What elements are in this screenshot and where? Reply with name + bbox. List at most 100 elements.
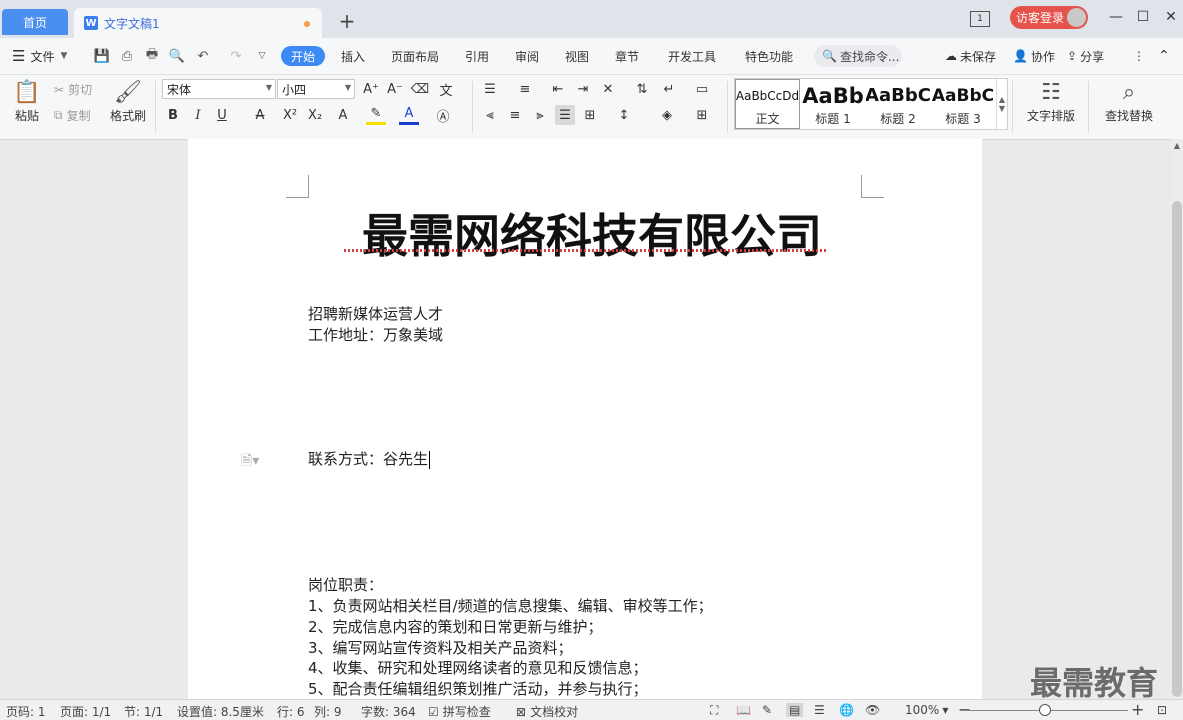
command-search[interactable]: 🔍 查找命令...	[814, 45, 902, 67]
status-section[interactable]: 节: 1/1	[124, 703, 163, 720]
more-icon[interactable]: ⋮	[1133, 47, 1145, 65]
output-icon[interactable]: ⎙	[119, 48, 135, 64]
status-col[interactable]: 列: 9	[314, 703, 342, 720]
text-effect-icon[interactable]: A	[333, 105, 353, 125]
tab-insert[interactable]: 插入	[341, 47, 365, 65]
print-preview-icon[interactable]: 🔍	[169, 48, 185, 64]
justify-icon[interactable]: ☰	[555, 105, 575, 125]
tab-references[interactable]: 引用	[465, 47, 489, 65]
tab-special[interactable]: 特色功能	[745, 47, 793, 65]
font-name-select[interactable]: 宋体 ▼	[162, 79, 276, 99]
reading-mode-icon[interactable]: 📖	[736, 703, 751, 717]
undo-icon[interactable]: ↶	[195, 48, 211, 64]
vertical-scrollbar[interactable]: ▲	[1171, 139, 1183, 699]
doc-line[interactable]: 1、负责网站相关栏目/频道的信息搜集、编辑、审校等工作；	[308, 595, 713, 616]
increase-indent-icon[interactable]: ⇥	[573, 79, 593, 99]
doc-line[interactable]: 3、编写网站宣传资料及相关产品资料；	[308, 637, 573, 658]
align-left-icon[interactable]: ⫷	[480, 105, 500, 125]
decrease-indent-icon[interactable]: ⇤	[548, 79, 568, 99]
status-row[interactable]: 行: 6	[277, 703, 305, 720]
font-size-select[interactable]: 小四 ▼	[277, 79, 355, 99]
style-heading-1[interactable]: AaBb 标题 1	[801, 79, 865, 129]
distributed-icon[interactable]: ⊞	[580, 105, 600, 125]
doc-line[interactable]: 岗位职责：	[308, 574, 383, 595]
save-icon[interactable]: 💾	[94, 48, 110, 64]
tab-start[interactable]: 开始	[281, 46, 326, 66]
outline-view-icon[interactable]: ☰	[814, 703, 825, 717]
clear-format-icon[interactable]: ⌫	[410, 79, 430, 99]
highlight-icon[interactable]: ✎	[366, 105, 386, 125]
strikethrough-icon[interactable]: A	[250, 105, 270, 125]
document-title[interactable]: 最需网络科技有限公司	[300, 200, 884, 266]
doc-line[interactable]: 5、配合责任编辑组织策划推广活动，并参与执行；	[308, 678, 648, 699]
scroll-up-icon[interactable]: ▲	[1171, 141, 1183, 153]
numbered-list-icon[interactable]: ≡	[515, 79, 535, 99]
subscript-icon[interactable]: X₂	[305, 105, 325, 125]
phonetic-guide-icon[interactable]: 文	[436, 79, 456, 99]
align-center-icon[interactable]: ≡	[505, 105, 525, 125]
borders-icon[interactable]: ⊞	[692, 105, 712, 125]
find-replace-button[interactable]: ⌕ 查找替换	[1100, 77, 1158, 124]
proofread-button[interactable]: ⊠ 文档校对	[516, 703, 578, 720]
file-menu[interactable]: ☰ 文件 ▼	[12, 47, 67, 65]
tab-developer[interactable]: 开发工具	[668, 47, 716, 65]
tab-page-layout[interactable]: 页面布局	[391, 47, 439, 65]
print-icon[interactable]: 🖶	[144, 47, 160, 64]
spell-check-button[interactable]: ☑ 拼写检查	[428, 703, 491, 720]
minimize-button[interactable]: —	[1104, 6, 1128, 28]
eye-protect-icon[interactable]: 👁	[865, 703, 880, 717]
line-spacing-icon[interactable]: ↕	[614, 105, 634, 125]
collapse-ribbon-icon[interactable]: ⌃	[1158, 47, 1170, 65]
redo-icon[interactable]: ↷	[228, 48, 244, 64]
new-tab-button[interactable]: +	[336, 8, 358, 34]
char-border-icon[interactable]: Ⓐ	[433, 105, 453, 125]
guest-login-button[interactable]: 访客登录	[1010, 6, 1088, 29]
shrink-font-icon[interactable]: A⁻	[385, 79, 405, 99]
scrollbar-thumb[interactable]	[1172, 201, 1182, 697]
doc-line[interactable]: 招聘新媒体运营人才	[308, 303, 443, 324]
paste-button[interactable]: 📋 粘贴	[10, 77, 44, 124]
status-words[interactable]: 字数: 364	[361, 703, 416, 720]
align-right-icon[interactable]: ⫸	[530, 105, 550, 125]
text-layout-button[interactable]: ☷ 文字排版	[1022, 77, 1080, 124]
italic-icon[interactable]: I	[188, 105, 208, 125]
unsaved-dot-icon[interactable]	[304, 21, 310, 27]
tab-chapter[interactable]: 章节	[615, 47, 639, 65]
copy-button[interactable]: ⧉ 复制	[54, 107, 91, 124]
chinese-layout-icon[interactable]: ✕	[598, 79, 618, 99]
cut-button[interactable]: ✂ 剪切	[54, 81, 92, 98]
zoom-slider-handle[interactable]	[1039, 704, 1051, 716]
edit-mode-icon[interactable]: ✎	[762, 703, 772, 717]
format-painter-button[interactable]: 🖌 格式刷	[108, 77, 148, 124]
expand-icon[interactable]: ⊡	[1157, 703, 1167, 717]
style-heading-3[interactable]: AaBbC 标题 3	[931, 79, 995, 129]
doc-line[interactable]: 工作地址：万象美域	[308, 324, 443, 345]
grow-font-icon[interactable]: A⁺	[361, 79, 381, 99]
style-heading-2[interactable]: AaBbC 标题 2	[866, 79, 930, 129]
zoom-level[interactable]: 100% ▼	[905, 703, 948, 717]
tab-document[interactable]: W 文字文稿1	[74, 8, 322, 38]
doc-line[interactable]: 2、完成信息内容的策划和日常更新与维护；	[308, 616, 603, 637]
sort-icon[interactable]: ⇅	[632, 79, 652, 99]
doc-line[interactable]: 4、收集、研究和处理网络读者的意见和反馈信息；	[308, 657, 648, 678]
window-count-icon[interactable]: 1	[970, 11, 990, 27]
underline-icon[interactable]: U	[212, 105, 232, 125]
collaborate-button[interactable]: 👤 协作	[1013, 47, 1055, 65]
web-view-icon[interactable]: 🌐	[839, 703, 854, 717]
page-view-icon[interactable]: ▤	[786, 703, 804, 717]
tab-review[interactable]: 审阅	[515, 47, 539, 65]
bold-icon[interactable]: B	[163, 105, 183, 125]
zoom-in-icon[interactable]: +	[1131, 700, 1144, 719]
font-color-icon[interactable]: A	[399, 105, 419, 125]
tab-home[interactable]: 首页	[2, 9, 68, 35]
doc-line-contact[interactable]: 联系方式：谷先生	[308, 448, 431, 469]
paragraph-options-icon[interactable]: 🗎▾	[241, 450, 259, 474]
status-setting[interactable]: 设置值: 8.5厘米	[177, 703, 264, 720]
maximize-button[interactable]: ☐	[1131, 6, 1155, 28]
quick-access-chevron-icon[interactable]: ▽	[254, 48, 270, 64]
table-tools-icon[interactable]: ▭	[692, 79, 712, 99]
share-button[interactable]: ⇪ 分享	[1067, 47, 1104, 65]
superscript-icon[interactable]: X²	[280, 105, 300, 125]
close-button[interactable]: ✕	[1159, 6, 1183, 28]
status-pages[interactable]: 页面: 1/1	[60, 703, 111, 720]
